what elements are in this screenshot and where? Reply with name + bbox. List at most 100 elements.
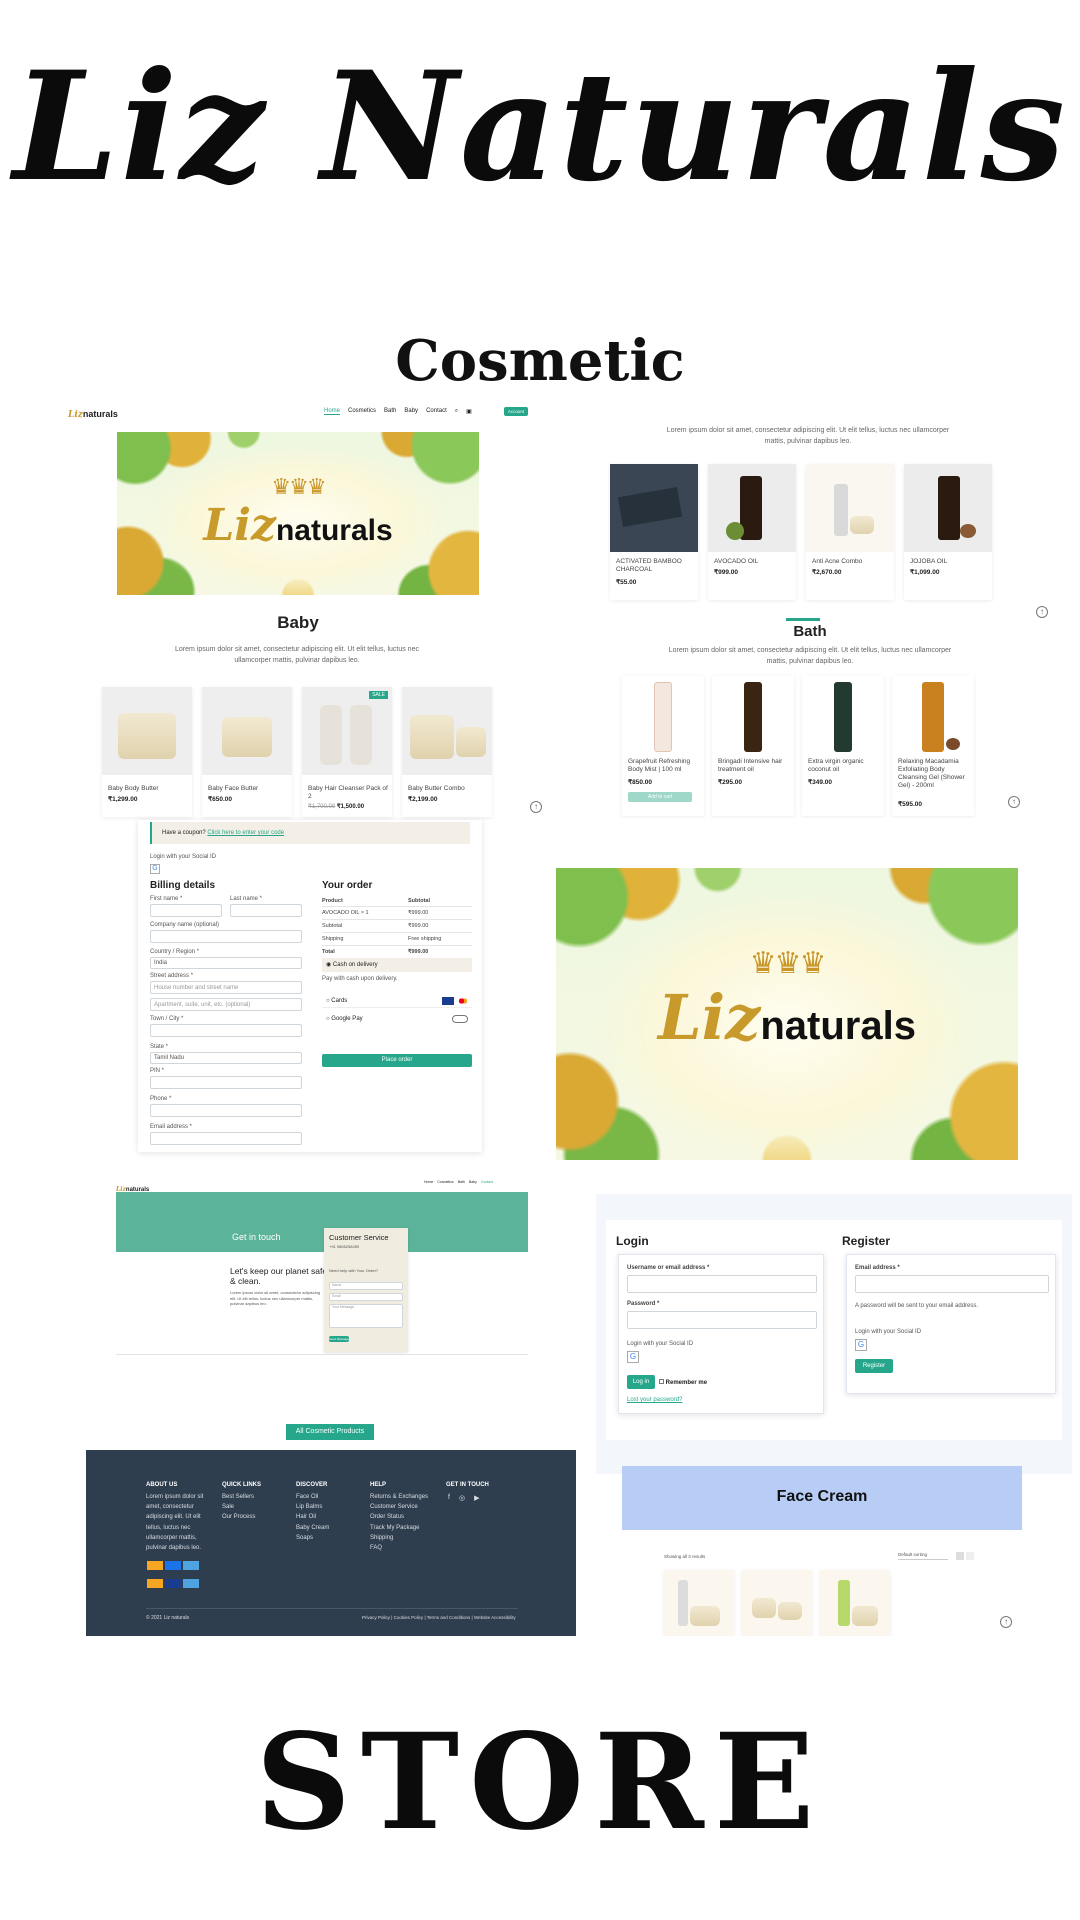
- google-login-icon[interactable]: G: [627, 1351, 639, 1363]
- footer-link[interactable]: Track My Package: [370, 1523, 428, 1533]
- instagram-icon[interactable]: ◎: [459, 1494, 465, 1502]
- pin-field[interactable]: [150, 1076, 302, 1089]
- footer-link[interactable]: FAQ: [370, 1543, 428, 1553]
- scroll-top-icon[interactable]: ↑: [1008, 796, 1020, 808]
- product-card[interactable]: Relaxing Macadamia Exfoliating Body Clea…: [892, 676, 974, 816]
- google-login-icon[interactable]: G: [855, 1339, 867, 1351]
- first-name-field[interactable]: [150, 904, 222, 917]
- place-order-button[interactable]: Place order: [322, 1054, 472, 1067]
- order-table: Product Subtotal AVOCADO OIL × 1 ₹999.00 S…: [322, 896, 472, 958]
- send-message-button[interactable]: Send Message: [329, 1336, 349, 1342]
- product-card[interactable]: Extra virgin organic coconut oil ₹349.00: [802, 676, 884, 816]
- product-card[interactable]: Baby Face Butter ₹650.00: [202, 687, 292, 817]
- scroll-top-icon[interactable]: ↑: [530, 801, 542, 813]
- contact-name-field[interactable]: Name: [329, 1282, 403, 1290]
- login-form: Username or email address * Password * L…: [618, 1254, 824, 1414]
- google-login-icon[interactable]: G: [150, 864, 160, 874]
- register-email-field[interactable]: [855, 1275, 1049, 1293]
- password-field[interactable]: [627, 1311, 817, 1329]
- youtube-icon[interactable]: ▶: [474, 1494, 479, 1502]
- contact-hero: [116, 1192, 528, 1252]
- nav-home[interactable]: Home: [324, 408, 341, 415]
- cards-option[interactable]: ○ Cards: [322, 994, 472, 1008]
- gpay-option[interactable]: ○ Google Pay: [322, 1012, 472, 1026]
- nav-baby[interactable]: Baby: [469, 1180, 477, 1184]
- footer-link[interactable]: Hair Oil: [296, 1512, 329, 1522]
- grid-view-icon[interactable]: [956, 1552, 964, 1560]
- last-name-field[interactable]: [230, 904, 302, 917]
- register-button[interactable]: Register: [855, 1359, 893, 1373]
- footer-link[interactable]: Shipping: [370, 1533, 428, 1543]
- footer-link[interactable]: Baby Cream: [296, 1523, 329, 1533]
- nav-baby[interactable]: Baby: [404, 408, 418, 415]
- nav-bath[interactable]: Bath: [384, 408, 396, 415]
- store-footer-word: STORE: [255, 1705, 825, 1860]
- divider: [116, 1354, 528, 1355]
- product-card[interactable]: [664, 1570, 734, 1636]
- account-button[interactable]: Account: [504, 407, 528, 416]
- scroll-top-icon[interactable]: ↑: [1036, 606, 1048, 618]
- product-card[interactable]: Grapefruit Refreshing Body Mist | 100 ml…: [622, 676, 704, 816]
- coupon-link[interactable]: Click here to enter your code: [207, 830, 284, 836]
- company-field[interactable]: [150, 930, 302, 943]
- apartment-field[interactable]: Apartment, suite, unit, etc. (optional): [150, 998, 302, 1011]
- nav-home[interactable]: Home: [424, 1180, 433, 1184]
- login-button[interactable]: Log in: [627, 1375, 655, 1389]
- footer-link[interactable]: Customer Service: [370, 1502, 428, 1512]
- footer-link[interactable]: Best Sellers: [222, 1492, 255, 1502]
- state-select[interactable]: Tamil Nadu: [150, 1052, 302, 1064]
- register-form: Email address * A password will be sent …: [846, 1254, 1056, 1394]
- nav-cosmetics[interactable]: Cosmetics: [348, 408, 376, 415]
- search-icon[interactable]: ⌕: [455, 408, 458, 415]
- footer-link[interactable]: Sale: [222, 1502, 255, 1512]
- email-field[interactable]: [150, 1132, 302, 1145]
- avocado-oil-image: [708, 464, 796, 552]
- cosmetics-screenshot: Lorem ipsum dolor sit amet, consectetur …: [558, 418, 1058, 623]
- cart-icon[interactable]: ▣: [466, 408, 472, 415]
- footer-link[interactable]: Our Process: [222, 1512, 255, 1522]
- footer-link[interactable]: Soaps: [296, 1533, 329, 1543]
- sort-select[interactable]: Default sorting: [898, 1552, 948, 1560]
- street-address-field[interactable]: House number and street name: [150, 981, 302, 994]
- contact-email-field[interactable]: Email: [329, 1293, 403, 1301]
- footer-link[interactable]: Face Oil: [296, 1492, 329, 1502]
- lost-password-link[interactable]: Lost your password?: [627, 1397, 682, 1403]
- city-field[interactable]: [150, 1024, 302, 1037]
- footer-link[interactable]: Order Status: [370, 1512, 428, 1522]
- facebook-icon[interactable]: f: [448, 1494, 450, 1502]
- order-heading: Your order: [322, 880, 373, 891]
- contact-message-field[interactable]: Your Message: [329, 1304, 403, 1328]
- scroll-top-icon[interactable]: ↑: [1000, 1616, 1012, 1628]
- product-card[interactable]: AVOCADO OIL ₹999.00: [708, 464, 796, 600]
- product-card[interactable]: Bringadi Intensive hair treatment oil ₹2…: [712, 676, 794, 816]
- username-field[interactable]: [627, 1275, 817, 1293]
- results-count: Showing all 3 results: [664, 1554, 706, 1559]
- customer-service-card: Customer Service +91 9865258459 Need hel…: [324, 1228, 408, 1352]
- billing-heading: Billing details: [150, 880, 216, 891]
- list-view-icon[interactable]: [966, 1552, 974, 1560]
- site-logo[interactable]: Liznaturals: [68, 404, 118, 422]
- all-products-button[interactable]: All Cosmetic Products: [286, 1424, 374, 1440]
- product-card[interactable]: Baby Body Butter ₹1,299.00: [102, 687, 192, 817]
- crown-icon: ♛♛♛: [271, 474, 326, 499]
- nav-bath[interactable]: Bath: [458, 1180, 465, 1184]
- nav-contact[interactable]: Contact: [426, 408, 447, 415]
- product-card[interactable]: Baby Butter Combo ₹2,199.00: [402, 687, 492, 817]
- product-card[interactable]: JOJOBA OIL ₹1,099.00: [904, 464, 992, 600]
- nav-contact[interactable]: Contact: [481, 1180, 493, 1184]
- product-card[interactable]: SALE Baby Hair Cleanser Pack of 2 ₹1,700…: [302, 687, 392, 817]
- nav-cosmetics[interactable]: Cosmetics: [437, 1180, 453, 1184]
- footer-link[interactable]: Returns & Exchanges: [370, 1492, 428, 1502]
- face-cream-screenshot: Face Cream Showing all 3 results Default…: [622, 1466, 1022, 1636]
- product-card[interactable]: ACTIVATED BAMBOO CHARCOAL ₹55.00: [610, 464, 698, 600]
- get-in-touch-heading: Get in touch: [232, 1232, 281, 1242]
- phone-field[interactable]: [150, 1104, 302, 1117]
- cod-option[interactable]: ◉ Cash on delivery: [322, 958, 472, 972]
- footer-link[interactable]: Lip Balms: [296, 1502, 329, 1512]
- add-to-cart-button[interactable]: Add to cart: [628, 792, 692, 802]
- product-card[interactable]: [820, 1570, 890, 1636]
- product-card[interactable]: [742, 1570, 812, 1636]
- country-select[interactable]: India: [150, 957, 302, 969]
- remember-checkbox[interactable]: [659, 1379, 664, 1384]
- product-card[interactable]: Anti Acne Combo ₹2,670.00: [806, 464, 894, 600]
